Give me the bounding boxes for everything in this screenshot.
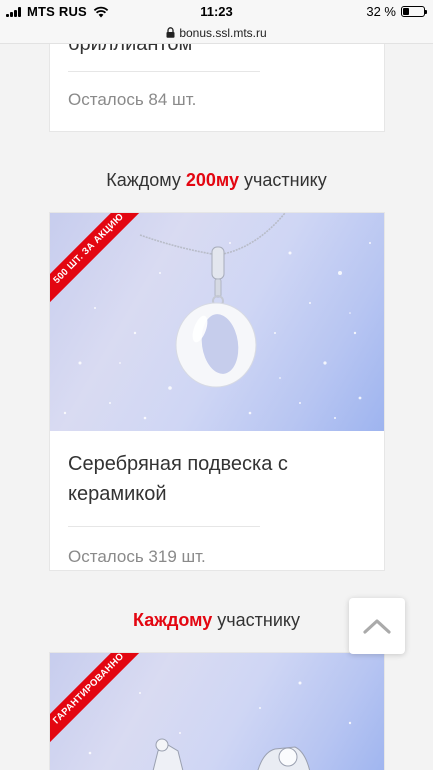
section-heading-200: Каждому 200му участнику — [0, 170, 433, 191]
heading-accent: 200му — [185, 170, 240, 190]
scroll-to-top-button[interactable] — [349, 598, 405, 654]
prize-card-pendant[interactable]: 500 ШТ. ЗА АКЦИЮ Серебряная подвеска с к… — [49, 212, 385, 571]
status-bar: MTS RUS 11:23 32 % — [0, 0, 433, 22]
heading-suffix: участнику — [239, 170, 327, 190]
card-divider — [68, 71, 260, 72]
card-title: Серебряная подвеска с керамикой — [50, 449, 384, 509]
card-title-line1: Серебряная подвеска с — [68, 453, 288, 475]
address-bar[interactable]: bonus.ssl.mts.ru — [0, 22, 433, 44]
page-content: бриллиантом Осталось 84 шт. Каждому 200м… — [0, 44, 433, 770]
prize-card-diamond[interactable]: бриллиантом Осталось 84 шт. — [49, 44, 385, 132]
card-remaining: Осталось 319 шт. — [68, 547, 206, 566]
battery-icon — [401, 6, 427, 17]
prize-card-earrings[interactable]: ГАРАНТИРОВАННО — [49, 652, 385, 770]
battery-fill — [403, 8, 410, 15]
battery-percent: 32 % — [366, 4, 396, 19]
card-divider — [68, 526, 260, 527]
status-right: 32 % — [366, 4, 427, 19]
product-image-earrings: ГАРАНТИРОВАННО — [50, 653, 384, 770]
card-title-line2: керамикой — [68, 483, 167, 505]
lock-icon — [166, 27, 175, 38]
chevron-up-icon — [363, 619, 391, 634]
card-remaining: Осталось 84 шт. — [68, 90, 197, 109]
card-title: бриллиантом — [68, 44, 193, 55]
heading-accent: Каждому — [133, 610, 213, 630]
url-text: bonus.ssl.mts.ru — [179, 25, 267, 40]
heading-suffix: участнику — [212, 610, 300, 630]
product-image-pendant: 500 ШТ. ЗА АКЦИЮ — [50, 213, 384, 431]
heading-prefix: Каждому — [106, 170, 186, 190]
